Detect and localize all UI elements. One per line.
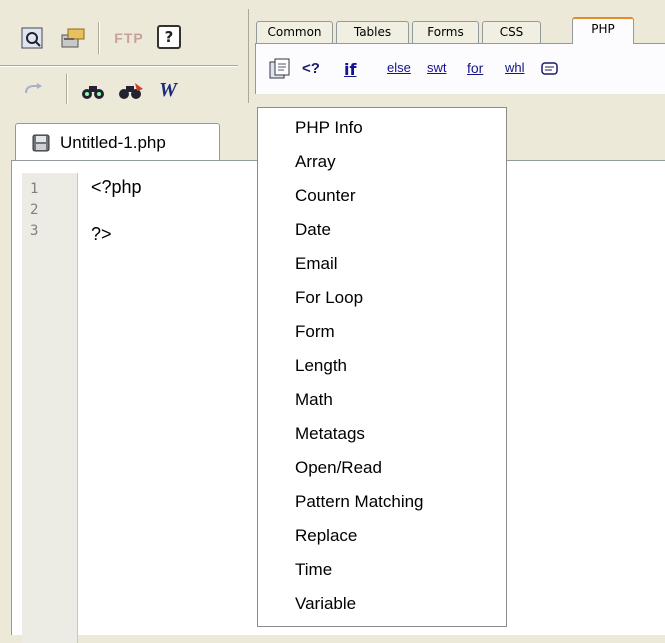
switch-button[interactable]: swt bbox=[427, 60, 447, 75]
preview-icon[interactable] bbox=[20, 26, 44, 50]
code-line[interactable]: ?> bbox=[91, 224, 112, 245]
line-number: 1 bbox=[30, 181, 39, 197]
tab-php[interactable]: PHP bbox=[572, 17, 634, 44]
floppy-icon bbox=[32, 134, 50, 152]
php-templates-menu: PHP Info Array Counter Date Email For Lo… bbox=[257, 107, 507, 627]
code-line[interactable]: <?php bbox=[91, 177, 142, 198]
tab-label: Tables bbox=[353, 25, 392, 39]
insert-tabstrip: Common Tables Forms CSS PHP <? if else s… bbox=[248, 9, 665, 103]
menu-item-array[interactable]: Array bbox=[295, 152, 336, 172]
tab-common[interactable]: Common bbox=[256, 21, 333, 43]
word-wrap-icon[interactable]: W bbox=[154, 78, 182, 102]
menu-item-length[interactable]: Length bbox=[295, 356, 347, 376]
tab-tables[interactable]: Tables bbox=[336, 21, 409, 43]
ftp-label: FTP bbox=[114, 30, 144, 46]
menu-item-counter[interactable]: Counter bbox=[295, 186, 355, 206]
line-number-gutter bbox=[22, 173, 78, 643]
tab-css[interactable]: CSS bbox=[482, 21, 541, 43]
toolbar-row-divider bbox=[0, 65, 238, 67]
document-tab[interactable]: Untitled-1.php bbox=[15, 123, 220, 161]
menu-item-date[interactable]: Date bbox=[295, 220, 331, 240]
php-tag-question-icon bbox=[322, 59, 332, 75]
tab-label: Forms bbox=[427, 25, 464, 39]
tab-label: Common bbox=[267, 25, 322, 39]
php-toolbar: <? if else swt for whl bbox=[255, 43, 665, 94]
menu-item-email[interactable]: Email bbox=[295, 254, 338, 274]
help-icon[interactable]: ? bbox=[157, 25, 181, 49]
menu-item-replace[interactable]: Replace bbox=[295, 526, 357, 546]
line-number: 3 bbox=[30, 223, 39, 239]
menu-item-form[interactable]: Form bbox=[295, 322, 335, 342]
tab-label: CSS bbox=[499, 25, 524, 39]
toolbar-separator bbox=[66, 74, 68, 104]
menu-item-time[interactable]: Time bbox=[295, 560, 332, 580]
document-title: Untitled-1.php bbox=[60, 132, 166, 152]
comment-icon[interactable] bbox=[540, 60, 560, 78]
help-label: ? bbox=[164, 28, 174, 46]
php-templates-icon[interactable] bbox=[268, 57, 292, 81]
menu-item-variable[interactable]: Variable bbox=[295, 594, 356, 614]
if-button[interactable]: if bbox=[344, 60, 356, 79]
menu-item-math[interactable]: Math bbox=[295, 390, 333, 410]
redo-icon[interactable] bbox=[22, 80, 46, 100]
menu-item-open-read[interactable]: Open/Read bbox=[295, 458, 382, 478]
menu-item-metatags[interactable]: Metatags bbox=[295, 424, 365, 444]
menu-item-php-info[interactable]: PHP Info bbox=[295, 118, 363, 138]
server-icon[interactable] bbox=[60, 25, 86, 51]
line-number: 2 bbox=[30, 202, 39, 218]
while-button[interactable]: whl bbox=[505, 60, 525, 75]
php-tag-button[interactable]: <? bbox=[302, 60, 320, 77]
tab-label: PHP bbox=[591, 22, 615, 36]
menu-item-for-loop[interactable]: For Loop bbox=[295, 288, 363, 308]
ftp-icon[interactable]: FTP bbox=[108, 28, 150, 48]
find-icon[interactable] bbox=[80, 80, 106, 102]
else-button[interactable]: else bbox=[387, 60, 411, 75]
for-button[interactable]: for bbox=[467, 60, 483, 76]
tab-forms[interactable]: Forms bbox=[412, 21, 479, 43]
left-toolbar: FTP ? W bbox=[0, 0, 248, 110]
toolbar-separator bbox=[98, 22, 100, 54]
menu-item-pattern-matching[interactable]: Pattern Matching bbox=[295, 492, 424, 512]
find-replace-icon[interactable] bbox=[117, 80, 145, 102]
